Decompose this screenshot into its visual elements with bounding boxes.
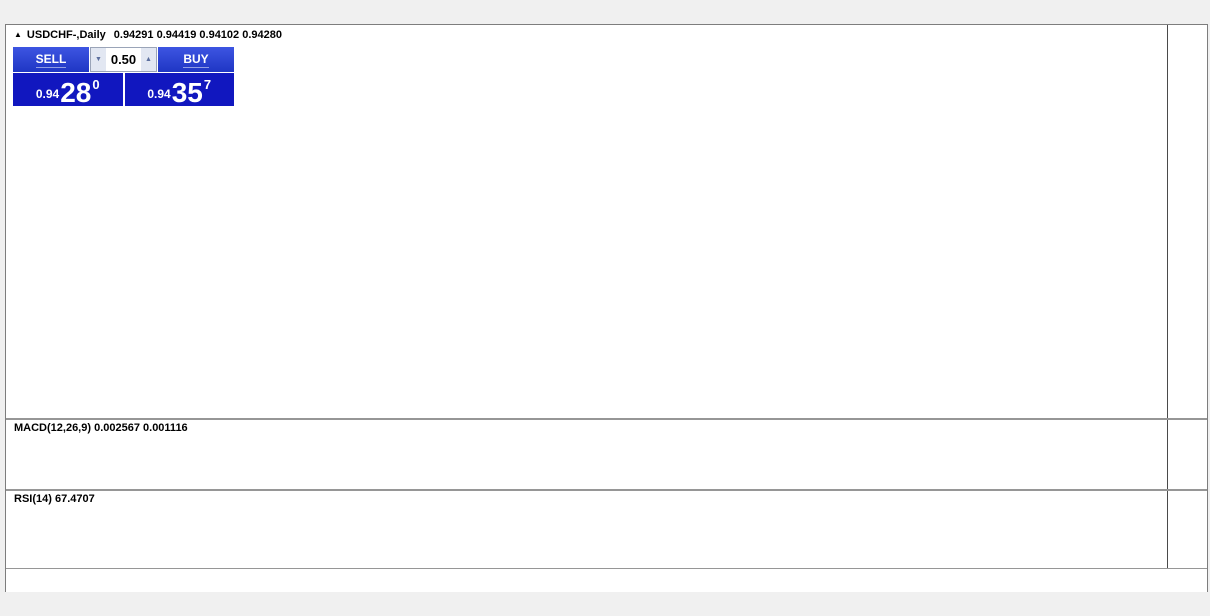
- chart-tab-bar: [0, 592, 1210, 616]
- chart-title: ▲ USDCHF-,Daily 0.94291 0.94419 0.94102 0.…: [14, 29, 282, 41]
- chart-ohlc-values: 0.94291 0.94419 0.94102 0.94280: [113, 29, 282, 41]
- buy-price-big: 35: [171, 77, 203, 108]
- sell-price-prefix: 0.94: [35, 87, 60, 101]
- buy-price-display[interactable]: 0.94 35 7: [124, 73, 234, 108]
- rsi-indicator-label: RSI(14) 67.4707: [14, 493, 95, 505]
- volume-box: ▼ ▲: [90, 47, 157, 72]
- chevron-up-icon: ▲: [145, 56, 152, 63]
- chart-window: ▲ USDCHF-,Daily 0.94291 0.94419 0.94102 0.…: [5, 24, 1208, 593]
- date-axis-splitter: [6, 568, 1207, 569]
- one-click-trade-panel: SELL ▼ ▲ BUY 0.94 28 0 0.94 35 7: [13, 47, 234, 108]
- collapse-panel-icon[interactable]: ▲: [14, 30, 22, 39]
- timeframe-toolbar: [0, 0, 1210, 23]
- volume-increase-button[interactable]: ▲: [141, 48, 156, 71]
- buy-price-prefix: 0.94: [147, 87, 171, 101]
- sell-button[interactable]: SELL: [13, 47, 89, 72]
- rsi-panel-splitter[interactable]: [6, 489, 1207, 491]
- buy-price-sup: 7: [203, 77, 212, 92]
- price-axis[interactable]: [1167, 25, 1207, 568]
- date-axis[interactable]: [6, 570, 1207, 590]
- sell-price-big: 28: [60, 77, 92, 108]
- macd-panel-splitter[interactable]: [6, 418, 1207, 420]
- chart-symbol-label: USDCHF-,Daily: [26, 29, 106, 41]
- macd-indicator-label: MACD(12,26,9) 0.002567 0.001116: [14, 422, 188, 434]
- buy-button[interactable]: BUY: [158, 47, 234, 72]
- sell-price-display[interactable]: 0.94 28 0: [13, 73, 123, 108]
- sell-price-sup: 0: [92, 77, 100, 92]
- volume-decrease-button[interactable]: ▼: [91, 48, 106, 71]
- volume-input[interactable]: [106, 48, 141, 71]
- chevron-down-icon: ▼: [95, 56, 102, 63]
